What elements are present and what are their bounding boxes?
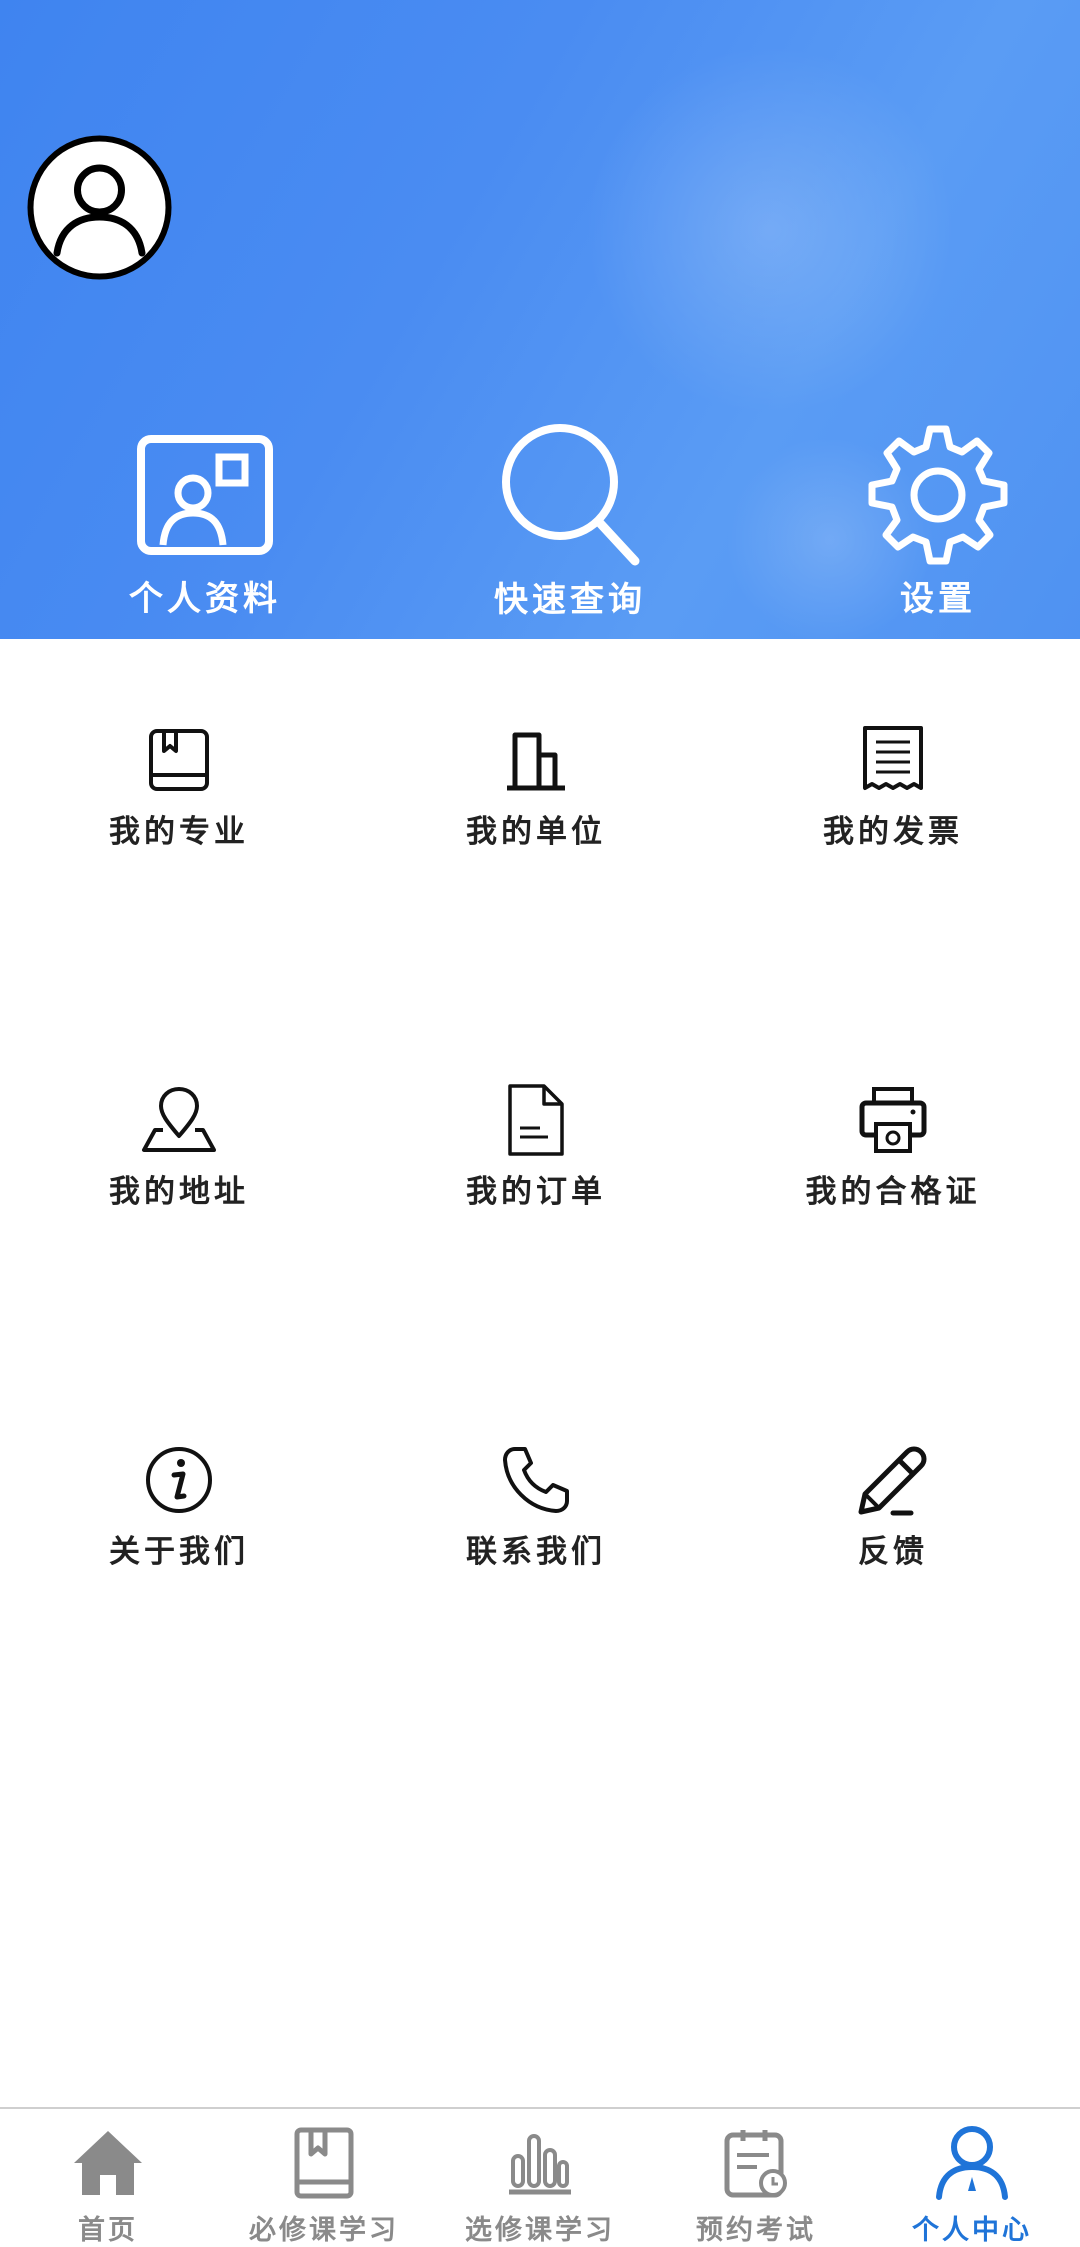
book-icon [139,720,219,800]
menu-item-label: 我的地址 [109,1174,249,1210]
profile-card-icon [130,420,280,569]
menu-item-certificate[interactable]: 我的合格证 [743,1080,1043,1230]
quick-action-profile[interactable]: 个人资料 [55,420,355,620]
home-icon [67,2123,149,2202]
building-icon [496,720,576,800]
avatar[interactable] [27,135,172,280]
pencil-icon [853,1440,933,1520]
menu-item-feedback[interactable]: 反馈 [743,1440,1043,1590]
menu-item-employer[interactable]: 我的单位 [386,720,686,870]
header-glow [560,40,980,420]
gear-icon [863,420,1013,569]
tab-label: 预约考试 [696,2215,816,2246]
menu-item-orders[interactable]: 我的订单 [386,1080,686,1230]
menu-item-label: 关于我们 [109,1534,249,1570]
menu-item-major[interactable]: 我的专业 [29,720,329,870]
info-icon [139,1440,219,1520]
quick-action-search[interactable]: 快速查询 [420,420,720,620]
tab-exam-booking[interactable]: 预约考试 [648,2109,864,2247]
menu-item-label: 我的合格证 [805,1174,981,1210]
tab-required-courses[interactable]: 必修课学习 [216,2109,432,2247]
bottom-tab-bar: 首页 必修课学习 选修课学习 预约考试 个人中心 [0,2107,1080,2247]
tab-label: 选修课学习 [465,2215,615,2246]
profile-header: 个人资料 快速查询 设置 [0,0,1080,639]
quick-action-settings[interactable]: 设置 [788,420,1080,620]
menu-item-label: 我的单位 [466,814,606,850]
quick-action-label: 设置 [900,579,976,619]
tab-home[interactable]: 首页 [0,2109,216,2247]
location-pin-icon [139,1080,219,1160]
bar-chart-icon [499,2123,581,2202]
menu-item-contact[interactable]: 联系我们 [386,1440,686,1590]
search-icon [495,420,645,570]
tab-label: 个人中心 [912,2215,1032,2246]
phone-icon [496,1440,576,1520]
menu-item-label: 我的专业 [109,814,249,850]
tab-label: 必修课学习 [249,2215,399,2246]
quick-action-label: 个人资料 [129,579,281,619]
printer-icon [853,1080,933,1160]
tab-label: 首页 [78,2215,138,2246]
receipt-icon [853,720,933,800]
menu-item-label: 反馈 [858,1534,928,1570]
menu-item-label: 联系我们 [466,1534,606,1570]
menu-item-label: 我的订单 [466,1174,606,1210]
menu-item-address[interactable]: 我的地址 [29,1080,329,1230]
user-icon [931,2123,1013,2202]
book-icon [283,2123,365,2202]
menu-item-about[interactable]: 关于我们 [29,1440,329,1590]
clipboard-clock-icon [715,2123,797,2202]
quick-action-label: 快速查询 [494,580,646,620]
tab-personal-center[interactable]: 个人中心 [864,2109,1080,2247]
tab-elective-courses[interactable]: 选修课学习 [432,2109,648,2247]
menu-item-label: 我的发票 [823,814,963,850]
menu-item-invoice[interactable]: 我的发票 [743,720,1043,870]
document-icon [496,1080,576,1160]
